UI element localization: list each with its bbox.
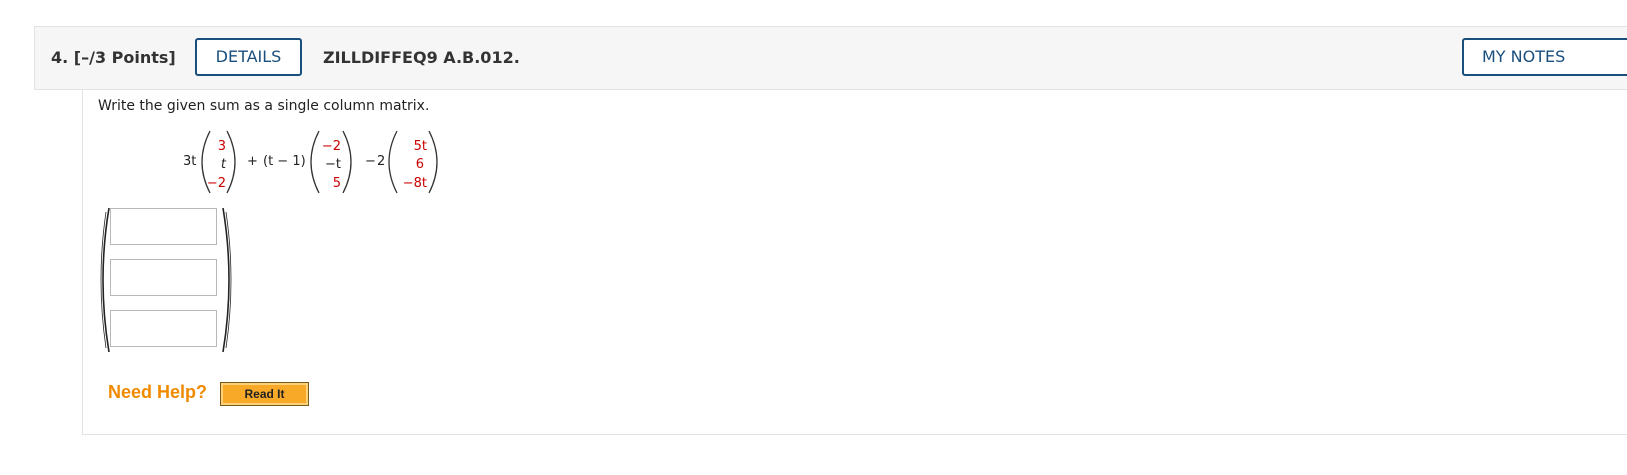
- vec3-entry-1: 5t: [414, 139, 427, 154]
- question-number-points: 4. [–/3 Points]: [51, 48, 176, 67]
- term1-coefficient: 3t: [183, 154, 196, 169]
- vec2-left-paren: [310, 130, 320, 194]
- vec2-entry-1: −2: [322, 139, 341, 154]
- minus-sign: −: [365, 154, 376, 169]
- matrix-sum-expression: 3t 3 t −2 + (t − 1) −2 −t 5 − 2 5t 6 −8t: [183, 130, 438, 194]
- vec3-left-paren: [388, 130, 398, 194]
- my-notes-button[interactable]: MY NOTES: [1462, 38, 1627, 76]
- vec2-entry-2: −t: [325, 157, 341, 172]
- vec1-right-paren: [226, 130, 236, 194]
- answer-input-row-3[interactable]: [110, 310, 217, 347]
- question-id: ZILLDIFFEQ9 A.B.012.: [323, 48, 520, 67]
- need-help-label: Need Help?: [108, 382, 208, 402]
- vec2-right-paren: [342, 130, 352, 194]
- question-content: Write the given sum as a single column m…: [82, 90, 1627, 435]
- plus-sign: +: [247, 154, 258, 169]
- vec1-entry-1: 3: [218, 139, 226, 154]
- read-it-button[interactable]: Read It: [220, 382, 309, 406]
- term2-coefficient: (t − 1): [263, 154, 306, 169]
- vec3-entry-3: −8t: [403, 176, 427, 191]
- answer-input-row-1[interactable]: [110, 208, 217, 245]
- term3-coefficient: 2: [377, 154, 385, 169]
- answer-right-paren: [222, 207, 232, 353]
- vec2-entry-3: 5: [333, 176, 341, 191]
- vec3-entry-2: 6: [416, 157, 424, 172]
- question-header: 4. [–/3 Points] DETAILS ZILLDIFFEQ9 A.B.…: [34, 26, 1627, 90]
- vec1-entry-3: −2: [207, 176, 226, 191]
- vec3-right-paren: [428, 130, 438, 194]
- details-button[interactable]: DETAILS: [195, 38, 302, 76]
- answer-input-row-2[interactable]: [110, 259, 217, 296]
- answer-left-paren: [100, 207, 110, 353]
- vec1-entry-2: t: [221, 157, 227, 172]
